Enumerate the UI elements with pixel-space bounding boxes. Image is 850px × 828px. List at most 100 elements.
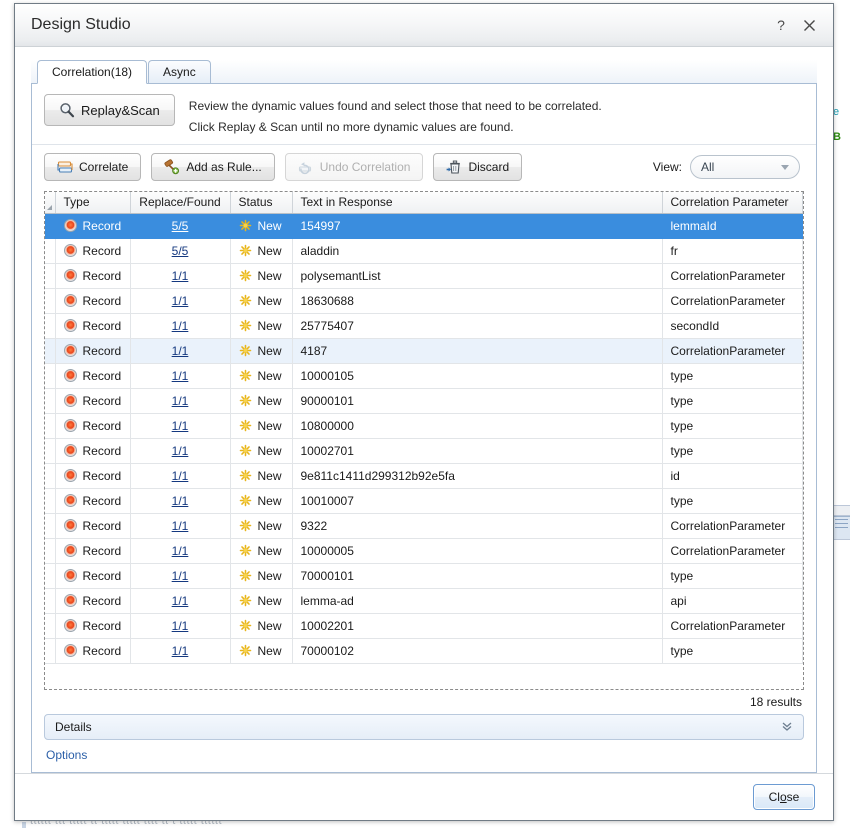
table-row[interactable]: Record 1/1 New 10800000 type bbox=[45, 413, 803, 439]
undo-correlation-button[interactable]: Undo Correlation bbox=[284, 153, 424, 181]
cell-replace-found[interactable]: 1/1 bbox=[130, 413, 231, 439]
table-row[interactable]: Record 1/1 New 25775407 secondId bbox=[45, 313, 803, 339]
new-status-star-icon bbox=[239, 644, 251, 657]
dialog-footer: Close bbox=[15, 773, 833, 820]
column-header-status[interactable]: Status bbox=[230, 192, 293, 214]
table-row[interactable]: Record 5/5 New aladdin fr bbox=[45, 238, 803, 264]
close-icon[interactable] bbox=[801, 17, 817, 33]
chevron-down-icon bbox=[781, 164, 789, 170]
table-row[interactable]: Record 1/1 New 10000105 type bbox=[45, 363, 803, 389]
cell-replace-found[interactable]: 1/1 bbox=[130, 288, 231, 314]
cell-replace-found[interactable]: 1/1 bbox=[130, 463, 231, 489]
table-row[interactable]: Record 5/5 New 154997 lemmaId bbox=[45, 213, 803, 239]
cell-text-in-response: 154997 bbox=[292, 213, 663, 239]
replace-found-link[interactable]: 1/1 bbox=[172, 619, 189, 633]
correlation-grid[interactable]: Type Replace/Found Status Text in Respon… bbox=[44, 191, 804, 690]
row-gutter bbox=[45, 513, 56, 539]
cell-status-label: New bbox=[257, 443, 282, 458]
cell-correlation-parameter: api bbox=[662, 588, 803, 614]
replace-found-link[interactable]: 5/5 bbox=[172, 219, 189, 233]
view-filter-select[interactable]: All bbox=[690, 155, 800, 179]
new-status-star-icon bbox=[239, 544, 251, 557]
column-header-replace-found[interactable]: Replace/Found bbox=[130, 192, 231, 214]
column-header-parameter[interactable]: Correlation Parameter bbox=[662, 192, 803, 214]
row-gutter bbox=[45, 263, 56, 289]
table-row[interactable]: Record 1/1 New 10002201 CorrelationParameter bbox=[45, 613, 803, 639]
table-row[interactable]: Record 1/1 New 70000101 type bbox=[45, 563, 803, 589]
cell-replace-found[interactable]: 5/5 bbox=[130, 213, 231, 239]
new-status-star-icon bbox=[239, 619, 251, 632]
cell-text-in-response: 9322 bbox=[292, 513, 663, 539]
cell-type: Record bbox=[55, 638, 131, 664]
replace-found-link[interactable]: 1/1 bbox=[172, 494, 189, 508]
table-row[interactable]: Record 1/1 New 9e811c1411d299312b92e5fa id bbox=[45, 463, 803, 489]
cell-replace-found[interactable]: 1/1 bbox=[130, 488, 231, 514]
replace-found-link[interactable]: 1/1 bbox=[172, 569, 189, 583]
replace-found-link[interactable]: 1/1 bbox=[172, 544, 189, 558]
cell-type: Record bbox=[55, 238, 131, 264]
new-status-star-icon bbox=[239, 469, 251, 482]
column-header-type[interactable]: Type bbox=[55, 192, 131, 214]
replace-found-link[interactable]: 1/1 bbox=[172, 594, 189, 608]
details-panel-header[interactable]: Details bbox=[44, 714, 804, 740]
cell-replace-found[interactable]: 1/1 bbox=[130, 538, 231, 564]
record-icon bbox=[63, 469, 77, 482]
replace-found-link[interactable]: 1/1 bbox=[172, 394, 189, 408]
correlate-button[interactable]: Correlate bbox=[44, 153, 142, 181]
replace-found-link[interactable]: 1/1 bbox=[172, 294, 189, 308]
cell-replace-found[interactable]: 1/1 bbox=[130, 338, 231, 364]
replace-found-link[interactable]: 1/1 bbox=[172, 519, 189, 533]
cell-type-label: Record bbox=[82, 368, 122, 383]
replace-found-link[interactable]: 1/1 bbox=[172, 369, 189, 383]
close-button[interactable]: Close bbox=[753, 784, 815, 810]
discard-button[interactable]: Discard bbox=[433, 153, 523, 181]
cell-status-label: New bbox=[257, 318, 282, 333]
options-link[interactable]: Options bbox=[32, 740, 816, 762]
cell-replace-found[interactable]: 1/1 bbox=[130, 613, 231, 639]
magnifier-icon bbox=[59, 102, 75, 118]
cell-replace-found[interactable]: 1/1 bbox=[130, 263, 231, 289]
replace-found-link[interactable]: 1/1 bbox=[172, 344, 189, 358]
cell-replace-found[interactable]: 1/1 bbox=[130, 513, 231, 539]
cell-replace-found[interactable]: 1/1 bbox=[130, 638, 231, 664]
trash-icon bbox=[446, 159, 462, 175]
table-row[interactable]: Record 1/1 New 10010007 type bbox=[45, 488, 803, 514]
cell-correlation-parameter: type bbox=[662, 438, 803, 464]
add-as-rule-button[interactable]: Add as Rule... bbox=[151, 153, 275, 181]
cell-replace-found[interactable]: 1/1 bbox=[130, 363, 231, 389]
cell-correlation-parameter: lemmaId bbox=[662, 213, 803, 239]
background-text-fragment-green: B bbox=[833, 131, 841, 143]
cell-replace-found[interactable]: 1/1 bbox=[130, 563, 231, 589]
replace-found-link[interactable]: 1/1 bbox=[172, 419, 189, 433]
table-row[interactable]: Record 1/1 New 10002701 type bbox=[45, 438, 803, 464]
table-row[interactable]: Record 1/1 New 18630688 CorrelationParameter bbox=[45, 288, 803, 314]
table-row[interactable]: Record 1/1 New 70000102 type bbox=[45, 638, 803, 664]
cell-replace-found[interactable]: 1/1 bbox=[130, 438, 231, 464]
cell-status-label: New bbox=[257, 218, 282, 233]
cell-replace-found[interactable]: 5/5 bbox=[130, 238, 231, 264]
table-row[interactable]: Record 1/1 New lemma-ad api bbox=[45, 588, 803, 614]
column-header-text[interactable]: Text in Response bbox=[292, 192, 663, 214]
replace-found-link[interactable]: 1/1 bbox=[172, 269, 189, 283]
replace-found-link[interactable]: 1/1 bbox=[172, 469, 189, 483]
replace-found-link[interactable]: 1/1 bbox=[172, 319, 189, 333]
cell-replace-found[interactable]: 1/1 bbox=[130, 313, 231, 339]
replace-found-link[interactable]: 5/5 bbox=[172, 244, 189, 258]
help-icon[interactable]: ? bbox=[773, 17, 789, 33]
tab-async[interactable]: Async bbox=[148, 60, 211, 83]
cell-replace-found[interactable]: 1/1 bbox=[130, 388, 231, 414]
table-row[interactable]: Record 1/1 New polysemantList CorrelationPar… bbox=[45, 263, 803, 289]
cell-replace-found[interactable]: 1/1 bbox=[130, 588, 231, 614]
grid-corner-handle[interactable] bbox=[45, 192, 56, 214]
table-row[interactable]: Record 1/1 New 10000005 CorrelationParameter bbox=[45, 538, 803, 564]
new-status-star-icon bbox=[239, 369, 251, 382]
table-row[interactable]: Record 1/1 New 4187 CorrelationParameter bbox=[45, 338, 803, 364]
replace-found-link[interactable]: 1/1 bbox=[172, 644, 189, 658]
tab-correlation[interactable]: Correlation(18) bbox=[37, 60, 148, 84]
table-row[interactable]: Record 1/1 New 90000101 type bbox=[45, 388, 803, 414]
replay-scan-button[interactable]: Replay&Scan bbox=[44, 94, 175, 126]
replace-found-link[interactable]: 1/1 bbox=[172, 444, 189, 458]
cell-status-label: New bbox=[257, 393, 282, 408]
table-row[interactable]: Record 1/1 New 9322 CorrelationParameter bbox=[45, 513, 803, 539]
cell-correlation-parameter: CorrelationParameter bbox=[662, 338, 803, 364]
